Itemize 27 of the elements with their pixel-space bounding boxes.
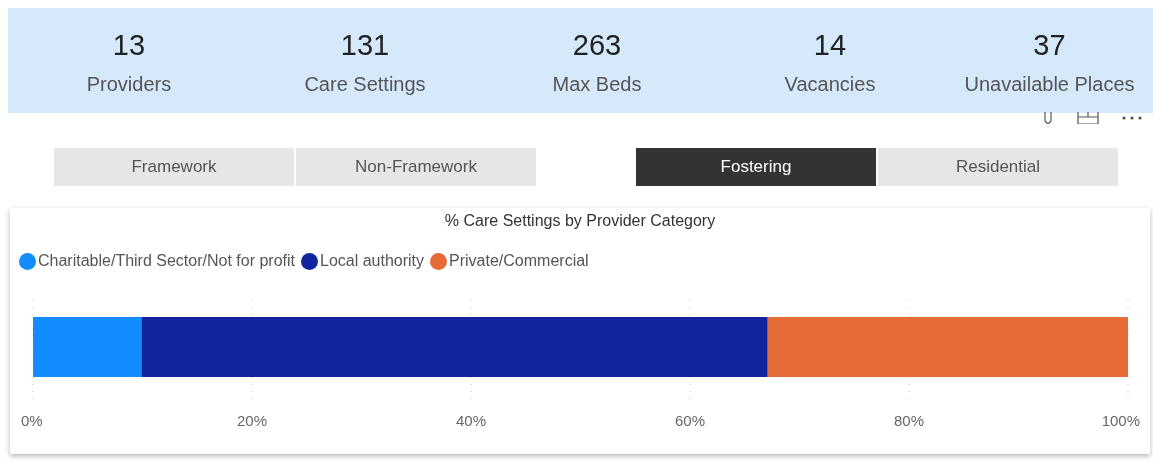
kpi-label: Vacancies [784, 72, 876, 96]
kpi-value: 263 [572, 28, 622, 62]
kpi-label: Unavailable Places [964, 72, 1135, 96]
chart-title: % Care Settings by Provider Category [444, 212, 716, 230]
slicer-button[interactable]: Residential [878, 148, 1118, 186]
axis-tick-label: 40% [456, 412, 486, 429]
focus-mode-icon[interactable] [1077, 112, 1099, 124]
kpi-value: 131 [340, 28, 390, 62]
axis-tick-label: 80% [894, 412, 924, 429]
slicer-button[interactable]: Fostering [636, 148, 876, 186]
kpi-label: Providers [86, 72, 172, 96]
axis-tick-label: 20% [237, 412, 267, 429]
legend-label: Charitable/Third Sector/Not for profit [38, 252, 295, 270]
kpi-value: 37 [1033, 28, 1066, 62]
pin-icon[interactable] [1041, 112, 1055, 124]
axis-tick-label: 60% [675, 412, 705, 429]
axis-tick-label: 100% [1101, 412, 1140, 429]
kpi-label: Max Beds [552, 72, 642, 96]
kpi-label: Care Settings [304, 72, 426, 96]
kpi-value: 14 [813, 28, 847, 62]
kpi-value: 13 [112, 28, 146, 62]
legend-label: Private/Commercial [449, 252, 589, 270]
slicer-button[interactable]: Non-Framework [296, 148, 536, 186]
axis-tick-label: 0% [21, 412, 43, 429]
more-options-icon[interactable] [1121, 115, 1143, 121]
slicer-button[interactable]: Framework [54, 148, 294, 186]
legend-label: Local authority [320, 252, 425, 270]
